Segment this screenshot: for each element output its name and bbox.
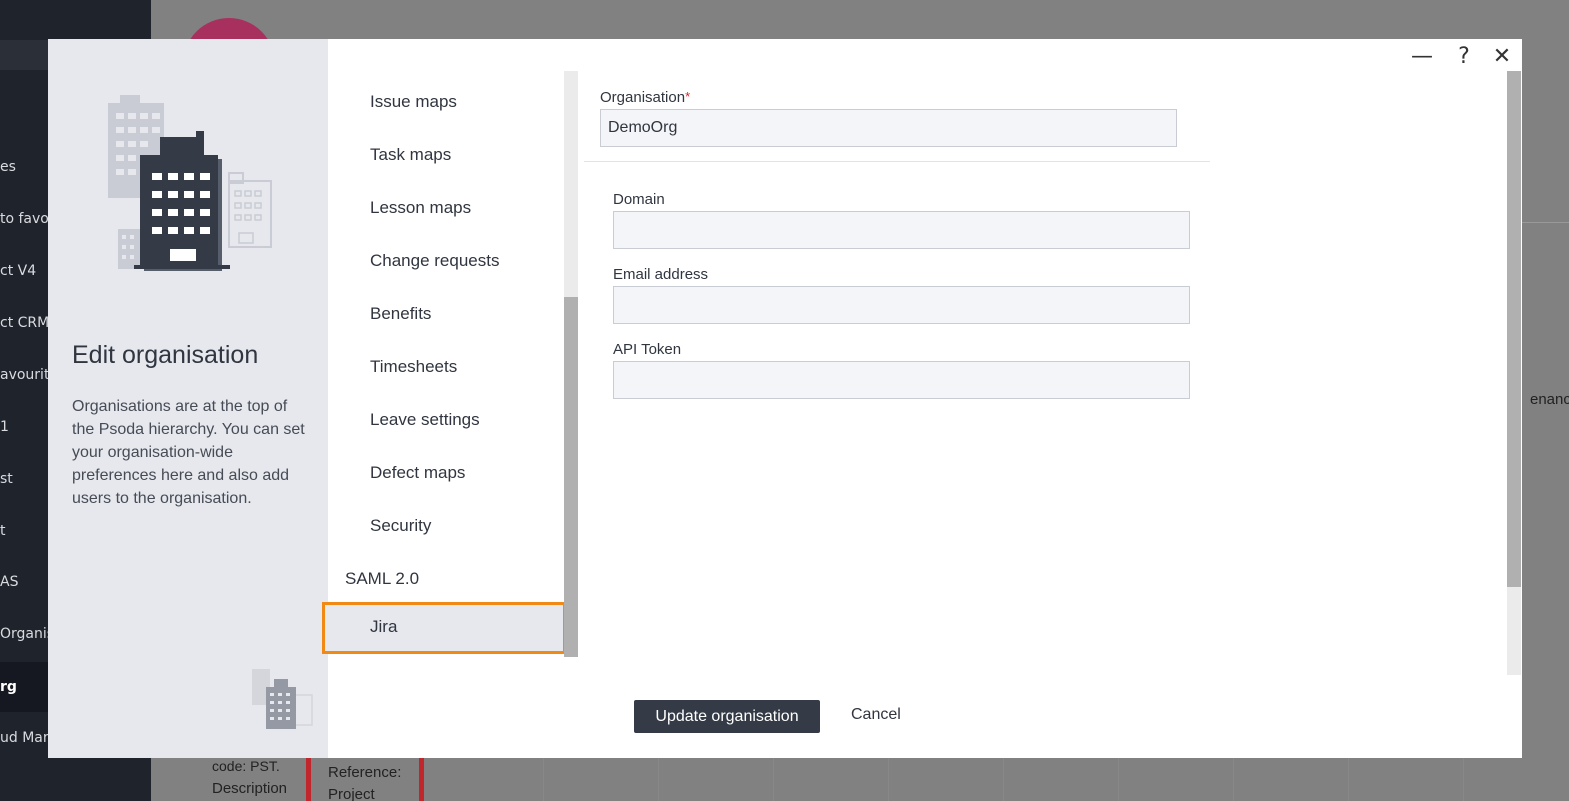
cancel-button[interactable]: Cancel <box>851 706 901 724</box>
api-token-label: API Token <box>613 341 682 358</box>
background-nav-item: t <box>0 523 6 539</box>
email-label: Email address <box>613 266 709 283</box>
buildings-illustration <box>108 95 272 271</box>
menu-item-issue-maps[interactable]: Issue maps <box>370 92 457 112</box>
content-scrollbar-thumb[interactable] <box>1507 71 1521 587</box>
menu-item-benefits[interactable]: Benefits <box>370 304 431 324</box>
organisation-input[interactable] <box>600 109 1177 147</box>
background-cell-text: Project <box>328 786 375 801</box>
email-input[interactable] <box>613 286 1190 324</box>
domain-input[interactable] <box>613 211 1190 249</box>
required-marker: * <box>685 89 691 104</box>
help-icon[interactable]: ? <box>1450 43 1478 71</box>
menu-item-security[interactable]: Security <box>370 516 431 536</box>
settings-menu: Issue maps Task maps Lesson maps Change … <box>322 71 578 657</box>
dialog-description: Organisations are at the top of the Psod… <box>72 398 305 507</box>
background-cell-text: Reference: <box>328 764 402 781</box>
menu-item-leave-settings[interactable]: Leave settings <box>370 410 480 430</box>
organisation-label-text: Organisation <box>600 89 686 106</box>
menu-item-timesheets[interactable]: Timesheets <box>370 357 457 377</box>
dialog-info-panel: Edit organisation Organisations are at t… <box>48 39 328 758</box>
background-grid-line <box>543 757 544 801</box>
jira-settings-form: Organisation* Domain Email address API T… <box>584 71 1509 675</box>
form-divider <box>584 161 1210 162</box>
minimize-icon[interactable]: — <box>1408 43 1436 71</box>
background-nav-item: es <box>0 159 16 175</box>
background-grid-line <box>1118 757 1119 801</box>
background-nav-item: ct CRM <box>0 315 50 331</box>
dialog-title: Edit organisation <box>72 341 259 369</box>
menu-item-jira[interactable]: Jira <box>322 602 566 654</box>
background-grid-line <box>773 757 774 801</box>
background-nav-item: 1 <box>0 419 9 435</box>
background-grid-line <box>1003 757 1004 801</box>
menu-section-saml[interactable]: SAML 2.0 <box>345 569 419 589</box>
menu-scrollbar-thumb[interactable] <box>564 297 578 657</box>
domain-label: Domain <box>613 191 665 208</box>
background-grid-line <box>888 757 889 801</box>
background-nav-item: Organis <box>0 626 55 642</box>
organisation-label: Organisation* <box>600 89 690 106</box>
background-cell-text: code: PST. <box>212 758 280 774</box>
api-token-input[interactable] <box>613 361 1190 399</box>
background-grid-line <box>1233 757 1234 801</box>
menu-item-lesson-maps[interactable]: Lesson maps <box>370 198 471 218</box>
menu-item-change-requests[interactable]: Change requests <box>370 251 499 271</box>
background-nav-item: AS <box>0 574 19 590</box>
menu-item-task-maps[interactable]: Task maps <box>370 145 451 165</box>
menu-item-jira-label: Jira <box>370 617 398 636</box>
close-icon[interactable]: ✕ <box>1488 43 1516 71</box>
update-organisation-button[interactable]: Update organisation <box>634 700 820 733</box>
background-nav-item: st <box>0 471 13 487</box>
background-grid-line <box>658 757 659 801</box>
background-cell-text: Description <box>212 780 288 797</box>
background-grid-line <box>1463 757 1464 801</box>
background-grid-line <box>1348 757 1349 801</box>
small-buildings-illustration <box>252 669 313 729</box>
menu-item-defect-maps[interactable]: Defect maps <box>370 463 465 483</box>
edit-organisation-dialog: Edit organisation Organisations are at t… <box>48 39 1522 758</box>
background-nav-item: ct V4 <box>0 263 37 279</box>
background-text: enance <box>1530 391 1569 408</box>
